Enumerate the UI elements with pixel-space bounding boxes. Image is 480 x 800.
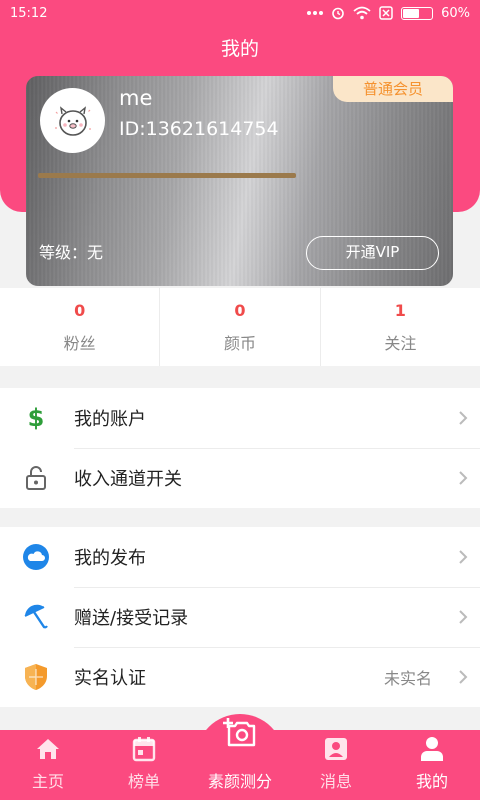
calendar-icon	[132, 737, 156, 762]
stat-value: 0	[234, 300, 246, 320]
status-bar: 15:12 60%	[0, 0, 480, 26]
username: me	[119, 86, 153, 110]
chevron-right-icon	[459, 610, 468, 624]
shield-icon	[25, 664, 47, 690]
menu-item-label: 我的账户	[74, 409, 146, 430]
chevron-right-icon	[459, 550, 468, 564]
pig-avatar-icon	[54, 105, 91, 136]
dollar-icon: $	[27, 404, 45, 432]
menu-item-label: 实名认证	[74, 668, 146, 689]
wifi-icon	[353, 6, 371, 20]
tab-face-score[interactable]: 素颜测分	[192, 714, 288, 800]
tab-label: 榜单	[127, 772, 160, 791]
tab-mine[interactable]: 我的	[384, 730, 480, 800]
menu-item-label: 赠送/接受记录	[74, 608, 189, 629]
menu-group-account: $ 我的账户 收入通道开关	[0, 388, 480, 508]
chevron-right-icon	[459, 471, 468, 485]
level-text: 等级：无	[39, 243, 104, 262]
tab-label: 主页	[31, 772, 64, 791]
alarm-icon	[331, 6, 345, 20]
menu-item-income-switch[interactable]: 收入通道开关	[0, 448, 480, 508]
tab-ranking[interactable]: 榜单	[96, 730, 192, 800]
person-icon	[421, 737, 443, 761]
no-sim-icon	[379, 6, 393, 20]
verification-status: 未实名	[383, 669, 432, 688]
menu-item-label: 我的发布	[74, 548, 146, 569]
status-time: 15:12	[10, 5, 48, 21]
profile-card: me ID:13621614754 普通会员 等级：无 开通VIP	[26, 76, 453, 286]
stats-bar: 0 粉丝 0 颜币 1 关注	[0, 288, 480, 366]
umbrella-icon	[24, 604, 48, 629]
menu-item-real-name-verify[interactable]: 实名认证 未实名	[0, 647, 480, 707]
home-icon	[37, 739, 59, 759]
camera-plus-icon	[223, 718, 256, 747]
menu-item-label: 收入通道开关	[74, 469, 182, 490]
stat-label: 关注	[384, 333, 417, 353]
cloud-icon	[23, 544, 49, 570]
tab-home[interactable]: 主页	[0, 730, 96, 800]
page-title: 我的	[220, 38, 259, 60]
stat-value: 1	[394, 300, 406, 320]
tab-messages[interactable]: 消息	[288, 730, 384, 800]
menu-item-my-account[interactable]: $ 我的账户	[0, 388, 480, 448]
tab-label: 消息	[319, 772, 352, 791]
message-icon	[325, 738, 347, 760]
level-progress-fill	[38, 173, 296, 178]
menu-group-records: 我的发布 赠送/接受记录 实名认证 未实名	[0, 527, 480, 707]
chevron-right-icon	[459, 670, 468, 684]
stat-label: 颜币	[223, 333, 256, 353]
open-vip-button[interactable]: 开通VIP	[306, 236, 439, 270]
lock-icon	[26, 466, 46, 490]
avatar[interactable]	[40, 88, 105, 153]
tab-label: 我的	[415, 772, 448, 791]
battery-icon	[401, 6, 434, 20]
chevron-right-icon	[459, 411, 468, 425]
stat-following[interactable]: 1 关注	[321, 288, 480, 366]
stat-coins[interactable]: 0 颜币	[160, 288, 321, 366]
more-dots-icon	[307, 10, 324, 16]
menu-item-gift-records[interactable]: 赠送/接受记录	[0, 587, 480, 647]
stat-fans[interactable]: 0 粉丝	[0, 288, 161, 366]
stat-label: 粉丝	[63, 333, 96, 353]
stat-value: 0	[74, 300, 86, 320]
member-badge: 普通会员	[333, 76, 453, 102]
battery-percent: 60%	[441, 5, 470, 21]
bottom-tab-bar: 主页 榜单 素颜测分 消息 我的	[0, 714, 480, 800]
menu-item-my-posts[interactable]: 我的发布	[0, 527, 480, 587]
level-progress-bar	[38, 173, 296, 178]
user-id: ID:13621614754	[119, 118, 279, 140]
tab-label: 素颜测分	[207, 772, 272, 791]
